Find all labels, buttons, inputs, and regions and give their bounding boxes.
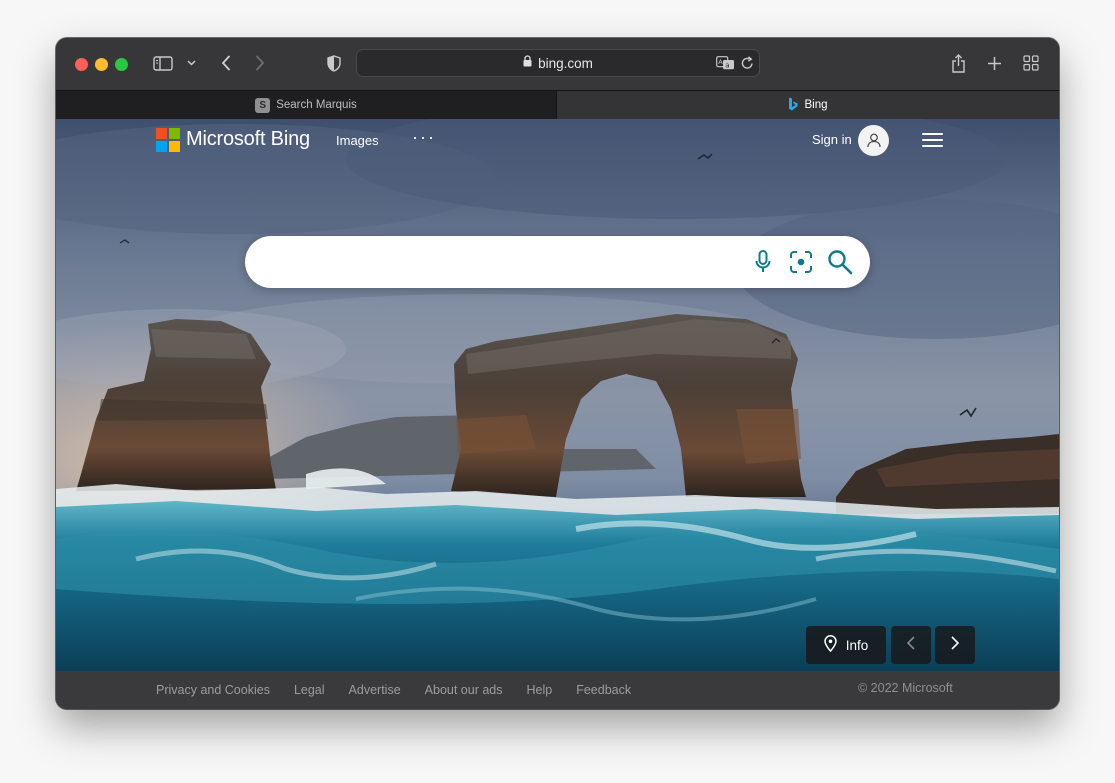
tab-bing[interactable]: Bing [556, 91, 1059, 119]
bing-logo-icon [788, 97, 798, 114]
lock-icon [523, 54, 532, 72]
svg-text:a: a [725, 62, 729, 70]
visual-search-icon[interactable] [788, 249, 814, 275]
chevron-right-icon [951, 635, 960, 655]
footer-link-privacy[interactable]: Privacy and Cookies [156, 683, 270, 697]
search-input[interactable] [267, 244, 737, 280]
footer-links: Privacy and Cookies Legal Advertise Abou… [156, 683, 655, 697]
address-bar[interactable]: bing.com aA [356, 49, 760, 77]
sidebar-toggle-icon[interactable] [152, 54, 174, 72]
image-info-button[interactable]: Info [806, 626, 886, 664]
tab-label: Search Marquis [276, 99, 357, 111]
copyright-text: © 2022 Microsoft [858, 681, 953, 695]
info-label: Info [845, 637, 869, 653]
svg-text:A: A [718, 58, 723, 66]
translate-icon[interactable]: aA [715, 55, 735, 71]
more-options-icon[interactable]: ··· [412, 127, 436, 148]
page-footer: Privacy and Cookies Legal Advertise Abou… [56, 671, 1059, 709]
hamburger-menu-icon[interactable] [922, 132, 943, 148]
avatar-icon[interactable] [858, 125, 889, 156]
search-marquis-favicon: S [255, 97, 271, 113]
tab-search-marquis[interactable]: S Search Marquis [56, 91, 556, 119]
bing-homepage: Microsoft Bing Images ··· Sign in Info [56, 119, 1059, 671]
footer-link-about-ads[interactable]: About our ads [425, 683, 503, 697]
tab-bar: S Search Marquis Bing [56, 90, 1059, 119]
address-text: bing.com [538, 55, 593, 71]
background-photo-arch-rock-sea [56, 119, 1059, 671]
browser-toolbar: bing.com aA [56, 38, 1059, 90]
bing-header: Microsoft Bing Images ··· Sign in [56, 119, 1059, 163]
share-icon[interactable] [948, 52, 968, 74]
nav-images-link[interactable]: Images [336, 133, 379, 148]
previous-image-button[interactable] [891, 626, 931, 664]
chevron-left-icon [906, 635, 915, 655]
search-box [245, 236, 870, 288]
minimize-window-button[interactable] [95, 58, 108, 71]
back-arrow-icon[interactable] [216, 53, 236, 73]
privacy-shield-icon[interactable] [324, 53, 344, 73]
close-window-button[interactable] [75, 58, 88, 71]
footer-link-help[interactable]: Help [527, 683, 553, 697]
reload-icon[interactable] [739, 55, 755, 71]
footer-link-feedback[interactable]: Feedback [576, 683, 631, 697]
footer-link-legal[interactable]: Legal [294, 683, 325, 697]
next-image-button[interactable] [935, 626, 975, 664]
microsoft-logo-icon[interactable] [156, 128, 180, 152]
new-tab-icon[interactable] [985, 54, 1003, 72]
tab-label: Bing [804, 99, 828, 111]
forward-arrow-icon[interactable] [250, 53, 270, 73]
zoom-window-button[interactable] [115, 58, 128, 71]
sign-in-link[interactable]: Sign in [812, 132, 852, 147]
tab-overview-icon[interactable] [1022, 54, 1040, 72]
footer-link-advertise[interactable]: Advertise [349, 683, 401, 697]
chevron-down-icon[interactable] [184, 56, 198, 70]
location-pin-icon [823, 635, 837, 655]
search-icon[interactable] [827, 249, 853, 275]
browser-window: bing.com aA S Search Marquis Bing Micros… [56, 38, 1059, 709]
brand-name[interactable]: Microsoft Bing [186, 128, 310, 151]
microphone-icon[interactable] [750, 249, 776, 275]
